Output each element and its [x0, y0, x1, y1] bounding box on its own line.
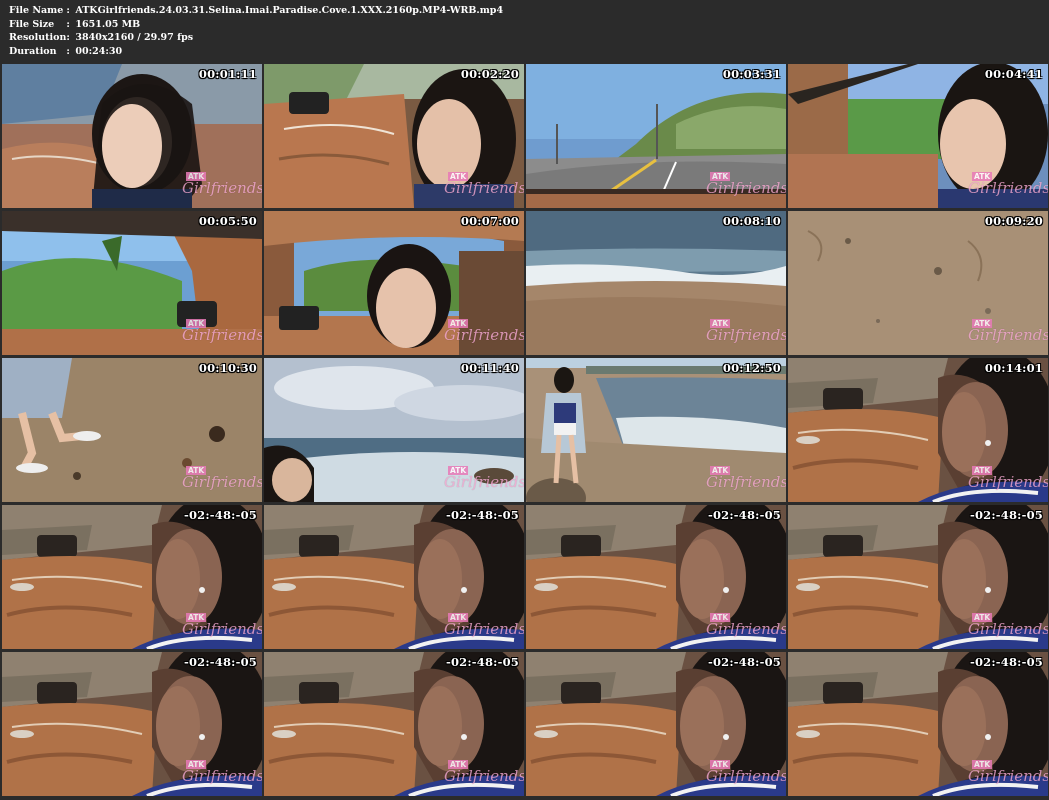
frame-timestamp: -02:-48:-05 — [183, 655, 257, 669]
thumbnail-frame: 00:02:20 ATK Girlfriends — [264, 64, 524, 208]
watermark-script: Girlfriends — [706, 473, 786, 491]
separator: : — [66, 45, 70, 57]
thumbnail-frame: -02:-48:-05 ATK Girlfriends — [788, 505, 1048, 649]
watermark-script: Girlfriends — [182, 179, 262, 197]
brand-watermark: ATK Girlfriends — [182, 466, 262, 496]
duration-value: 00:24:30 — [75, 45, 123, 57]
watermark-script: Girlfriends — [444, 767, 524, 785]
file-name-row: File Name : ATKGirlfriends.24.03.31.Seli… — [9, 4, 503, 18]
watermark-script: Girlfriends — [182, 473, 262, 491]
watermark-script: Girlfriends — [182, 767, 262, 785]
thumbnail-frame: 00:14:01 ATK Girlfriends — [788, 358, 1048, 502]
frame-timestamp: 00:08:10 — [722, 214, 781, 228]
thumbnail-frame: 00:04:41 ATK Girlfriends — [788, 64, 1048, 208]
frame-timestamp: 00:11:40 — [460, 361, 519, 375]
file-size-label: File Size — [9, 18, 55, 30]
frame-timestamp: 00:09:20 — [984, 214, 1043, 228]
brand-watermark: ATK Girlfriends — [444, 319, 524, 349]
brand-watermark: ATK Girlfriends — [968, 613, 1048, 643]
frame-timestamp: 00:12:50 — [722, 361, 781, 375]
watermark-script: Girlfriends — [706, 620, 786, 638]
frame-timestamp: 00:01:11 — [198, 67, 257, 81]
watermark-script: Girlfriends — [444, 326, 524, 344]
brand-watermark: ATK Girlfriends — [968, 172, 1048, 202]
thumbnail-frame: -02:-48:-05 ATK Girlfriends — [2, 652, 262, 796]
thumbnail-frame: 00:12:50 ATK Girlfriends — [526, 358, 786, 502]
separator: : — [66, 18, 70, 30]
thumbnail-frame: 00:07:00 ATK Girlfriends — [264, 211, 524, 355]
resolution-value: 3840x2160 / 29.97 fps — [75, 32, 194, 43]
frame-timestamp: -02:-48:-05 — [969, 508, 1043, 522]
thumbnail-frame: 00:05:50 ATK Girlfriends — [2, 211, 262, 355]
thumbnail-frame: -02:-48:-05 ATK Girlfriends — [264, 505, 524, 649]
brand-watermark: ATK Girlfriends — [182, 319, 262, 349]
frame-timestamp: -02:-48:-05 — [707, 508, 781, 522]
watermark-script: Girlfriends — [444, 179, 524, 197]
brand-watermark: ATK Girlfriends — [182, 760, 262, 790]
thumbnail-frame: -02:-48:-05 ATK Girlfriends — [264, 652, 524, 796]
brand-watermark: ATK Girlfriends — [706, 319, 786, 349]
watermark-script: Girlfriends — [444, 473, 524, 491]
brand-watermark: ATK Girlfriends — [444, 172, 524, 202]
frame-timestamp: -02:-48:-05 — [707, 655, 781, 669]
thumbnail-frame: 00:03:31 ATK Girlfriends — [526, 64, 786, 208]
watermark-script: Girlfriends — [968, 473, 1048, 491]
frame-timestamp: -02:-48:-05 — [969, 655, 1043, 669]
info-header: File Name : ATKGirlfriends.24.03.31.Seli… — [0, 0, 1049, 62]
watermark-script: Girlfriends — [968, 326, 1048, 344]
brand-watermark: ATK Girlfriends — [444, 760, 524, 790]
frame-timestamp: 00:07:00 — [460, 214, 519, 228]
brand-watermark: ATK Girlfriends — [182, 172, 262, 202]
duration-label: Duration — [9, 45, 57, 57]
thumbnail-frame: 00:01:11 ATK Girlfriends — [2, 64, 262, 208]
frame-timestamp: 00:05:50 — [198, 214, 257, 228]
brand-watermark: ATK Girlfriends — [706, 760, 786, 790]
watermark-script: Girlfriends — [182, 326, 262, 344]
resolution-row: Resolution : 3840x2160 / 29.97 fps — [9, 31, 503, 45]
frame-timestamp: 00:10:30 — [198, 361, 257, 375]
thumbnail-frame: -02:-48:-05 ATK Girlfriends — [788, 652, 1048, 796]
brand-watermark: ATK Girlfriends — [968, 466, 1048, 496]
brand-watermark: ATK Girlfriends — [706, 466, 786, 496]
thumbnail-frame: -02:-48:-05 ATK Girlfriends — [2, 505, 262, 649]
watermark-script: Girlfriends — [182, 620, 262, 638]
duration-row: Duration : 00:24:30 — [9, 45, 503, 59]
watermark-script: Girlfriends — [968, 620, 1048, 638]
brand-watermark: ATK Girlfriends — [444, 613, 524, 643]
thumbnail-grid: 00:01:11 ATK Girlfriends 00:02:20 ATK Girlfr… — [0, 62, 1049, 800]
watermark-script: Girlfriends — [968, 179, 1048, 197]
brand-watermark: ATK Girlfriends — [706, 613, 786, 643]
thumbnail-frame: 00:10:30 ATK Girlfriends — [2, 358, 262, 502]
brand-watermark: ATK Girlfriends — [444, 466, 524, 496]
frame-timestamp: -02:-48:-05 — [183, 508, 257, 522]
thumbnail-frame: -02:-48:-05 ATK Girlfriends — [526, 652, 786, 796]
frame-timestamp: 00:04:41 — [984, 67, 1043, 81]
watermark-script: Girlfriends — [968, 767, 1048, 785]
watermark-script: Girlfriends — [444, 620, 524, 638]
thumbnail-frame: 00:09:20 ATK Girlfriends — [788, 211, 1048, 355]
brand-watermark: ATK Girlfriends — [968, 760, 1048, 790]
frame-timestamp: 00:03:31 — [722, 67, 781, 81]
separator: : — [66, 32, 70, 43]
brand-watermark: ATK Girlfriends — [182, 613, 262, 643]
file-name-value: ATKGirlfriends.24.03.31.Selina.Imai.Para… — [75, 5, 504, 16]
brand-watermark: ATK Girlfriends — [968, 319, 1048, 349]
resolution-label: Resolution — [9, 32, 67, 43]
brand-watermark: ATK Girlfriends — [706, 172, 786, 202]
watermark-script: Girlfriends — [706, 179, 786, 197]
frame-timestamp: 00:14:01 — [984, 361, 1043, 375]
watermark-script: Girlfriends — [706, 767, 786, 785]
frame-timestamp: -02:-48:-05 — [445, 508, 519, 522]
watermark-script: Girlfriends — [706, 326, 786, 344]
thumbnail-frame: 00:08:10 ATK Girlfriends — [526, 211, 786, 355]
thumbnail-frame: -02:-48:-05 ATK Girlfriends — [526, 505, 786, 649]
file-size-value: 1651.05 MB — [75, 18, 141, 30]
file-info-table: File Name : ATKGirlfriends.24.03.31.Seli… — [9, 4, 503, 58]
frame-timestamp: 00:02:20 — [460, 67, 519, 81]
file-size-row: File Size : 1651.05 MB — [9, 18, 503, 32]
frame-timestamp: -02:-48:-05 — [445, 655, 519, 669]
thumbnail-frame: 00:11:40 ATK Girlfriends — [264, 358, 524, 502]
separator: : — [66, 5, 70, 16]
file-name-label: File Name — [9, 5, 64, 16]
